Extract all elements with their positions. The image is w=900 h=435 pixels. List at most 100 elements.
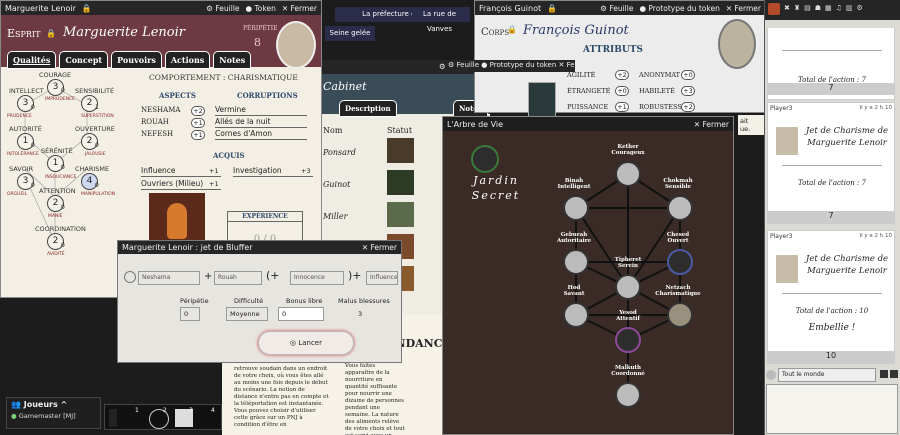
aspect-value[interactable]: +2	[191, 106, 205, 116]
attribute-value[interactable]: +0	[681, 70, 695, 80]
corruption-field[interactable]: Cornes d'Amon	[215, 129, 307, 140]
dice-icon[interactable]	[766, 370, 776, 380]
token-button[interactable]: ● Prototype du token	[639, 4, 719, 13]
sidebar-tab-icons[interactable]: ✖♜▤☗▦♫▥⚙	[784, 4, 867, 12]
tree-node[interactable]	[667, 302, 693, 328]
chat-input[interactable]	[766, 384, 898, 434]
lock-icon: 🔒	[81, 3, 92, 13]
close-button[interactable]: ✕ Fermer	[726, 4, 761, 13]
users-icon: 👥	[11, 400, 21, 409]
corruption-field[interactable]: Allés de la nuit	[215, 117, 307, 128]
chat-timestamp: Il y a 2 h 10	[859, 233, 892, 239]
token-emblem[interactable]	[528, 82, 556, 120]
attribute-name: Puissance	[567, 103, 609, 111]
skill-minor: Avidité	[47, 252, 65, 257]
sheet-button[interactable]: ⚙ Feuille	[448, 61, 479, 69]
gear-icon: ⚙	[206, 3, 214, 13]
bonus-input[interactable]: 0	[278, 307, 324, 321]
select-acquis[interactable]: Influence	[366, 271, 398, 285]
scene-button[interactable]: Seine gelée	[325, 26, 375, 41]
select-peripetie[interactable]: 0	[180, 307, 200, 321]
peripeteia-label: Péripétie	[243, 25, 278, 32]
skill-label: Courage	[39, 71, 72, 79]
tab-actions[interactable]: Actions	[164, 51, 211, 69]
tree-node-label: Malkuth Coordonné	[611, 365, 645, 377]
hotbar-slot[interactable]: 2	[163, 407, 167, 414]
tree-node[interactable]	[563, 195, 589, 221]
arbre-window: L'Arbre de Vie ✕ Fermer Jardin Secret Ke…	[442, 116, 734, 435]
hotbar-slot[interactable]: 1	[135, 407, 139, 414]
skill-sub: 1	[95, 104, 99, 111]
chat-extra: Embellie !	[808, 323, 856, 333]
close-button[interactable]: ✕ Fermer	[559, 61, 592, 69]
lock-icon[interactable]: 🔒	[46, 29, 56, 38]
select-quality[interactable]: Innocence	[290, 271, 344, 285]
tree-node-label: Kether Courageux	[611, 144, 645, 156]
skill-label: Coordination	[35, 225, 86, 233]
book-text-left: retrouve soudain dans un endroit de votr…	[234, 366, 329, 428]
save-icon[interactable]	[880, 370, 888, 378]
tab-notes[interactable]: Notes	[213, 51, 252, 69]
token-button[interactable]: ● Token	[246, 4, 276, 13]
skill-minor: Insouciance	[45, 175, 77, 180]
avatar[interactable]	[276, 21, 316, 69]
tree-node[interactable]	[667, 249, 693, 275]
card-image[interactable]	[387, 138, 414, 163]
dice-icon[interactable]	[124, 271, 136, 283]
avatar[interactable]	[718, 19, 756, 69]
trash-icon[interactable]	[890, 370, 898, 378]
roll-title: Marguerite Lenoir : jet de Bluffer	[122, 243, 253, 252]
side-text-line: ue.	[740, 125, 751, 133]
cabinet-row-name: Miller	[323, 212, 348, 221]
tree-node[interactable]	[615, 327, 641, 353]
select-aspect[interactable]: Rouah	[214, 271, 262, 285]
attribute-value[interactable]: +2	[681, 102, 695, 112]
malus-value: 3	[358, 310, 363, 318]
attribute-value[interactable]: +0	[615, 86, 629, 96]
roll-mode-select[interactable]: Tout le monde	[778, 368, 876, 382]
skill-label: Ouverture	[75, 125, 115, 133]
sheet-button[interactable]: ⚙ Feuille	[600, 4, 633, 13]
attribute-value[interactable]: +2	[615, 70, 629, 80]
chat-message: Player3 Il y a 2 h 10 Jet de Charisme de…	[767, 230, 895, 364]
experience-label: Expérience	[228, 212, 302, 222]
hotbar-slot[interactable]: 3	[189, 407, 193, 414]
lock-icon[interactable]: 🔒	[507, 25, 517, 34]
select-aspect[interactable]: Neshama	[138, 271, 200, 285]
tree-node-label: Yesod Attentif	[616, 310, 640, 322]
chat-tab-icon[interactable]	[768, 3, 780, 15]
cabinet-tab-description[interactable]: Description	[339, 100, 397, 117]
hotbar-slot[interactable]: 4	[211, 407, 215, 414]
skill-sub: 0	[31, 104, 35, 111]
close-button[interactable]: ✕ Fermer	[282, 4, 317, 13]
esprit-label: Esprit	[7, 27, 41, 40]
tree-node[interactable]	[615, 274, 641, 300]
attribute-value[interactable]: +3	[681, 86, 695, 96]
aspect-value[interactable]: +1	[191, 118, 205, 128]
attribute-name: Habileté	[639, 87, 675, 95]
select-difficulte[interactable]: Moyenne	[226, 307, 268, 321]
skill-sub: 0	[31, 142, 35, 149]
sheet-button[interactable]: ⚙ Feuille	[206, 4, 239, 13]
close-button[interactable]: ✕ Fermer	[362, 243, 397, 252]
tree-node[interactable]	[563, 302, 589, 328]
tree-node[interactable]	[615, 161, 641, 187]
corruption-field[interactable]: Vermine	[215, 105, 307, 116]
corps-titlebar: François Guinot 🔒 ⚙ Feuille ● Prototype …	[475, 1, 765, 15]
launch-button[interactable]: ◎ Lancer	[258, 331, 354, 355]
card-image[interactable]	[387, 202, 414, 227]
skill-minor: Intolérance	[7, 152, 39, 157]
aspect-value[interactable]: +1	[191, 130, 205, 140]
esprit-titlebar: Marguerite Lenoir 🔒 ⚙ Feuille ● Token ✕ …	[1, 1, 321, 15]
skill-sub: 0	[61, 204, 65, 211]
sidebar-tabs: ✖♜▤☗▦♫▥⚙	[765, 0, 900, 20]
tree-node[interactable]	[563, 249, 589, 275]
tree-node[interactable]	[615, 382, 641, 408]
card-image[interactable]	[387, 170, 414, 195]
attribute-value[interactable]: +1	[615, 102, 629, 112]
token-button[interactable]: ● Prototype du token	[481, 61, 556, 69]
scene-button[interactable]: La rue de Vanves	[412, 7, 467, 33]
players-header[interactable]: 👥 Joueurs ^	[7, 398, 100, 411]
folder-icon[interactable]	[109, 409, 117, 427]
tree-node[interactable]	[667, 195, 693, 221]
